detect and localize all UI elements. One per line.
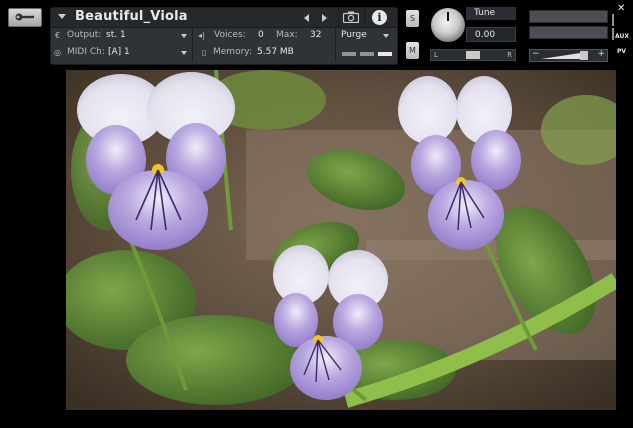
pv-button[interactable]: PV: [617, 48, 626, 55]
midi-channel-label: MIDI Ch:: [67, 47, 105, 57]
memory-label: Memory:: [213, 47, 252, 57]
volume-plus-icon[interactable]: +: [597, 49, 605, 59]
memory-meter-segment: [378, 52, 392, 56]
memory-meter-segment: [342, 52, 356, 56]
instrument-options-button[interactable]: [8, 8, 42, 27]
purge-dropdown-icon[interactable]: [383, 34, 389, 38]
volume-slider[interactable]: − +: [529, 49, 608, 62]
instrument-title-bar: Beautiful_Viola i: [51, 8, 397, 28]
wrench-icon: [15, 13, 34, 21]
tune-knob[interactable]: [431, 8, 465, 42]
max-voices-value[interactable]: 32: [310, 30, 321, 40]
level-meter-right: [529, 26, 608, 39]
divider: [338, 8, 339, 27]
close-icon[interactable]: ✕: [617, 3, 625, 14]
voices-label: Voices:: [214, 30, 246, 40]
output-meter-left: [612, 14, 614, 26]
previous-instrument-icon[interactable]: [304, 14, 309, 22]
midi-channel-value[interactable]: [A] 1: [108, 47, 130, 57]
camera-icon[interactable]: [343, 11, 359, 23]
tune-value[interactable]: 0.00: [466, 27, 516, 42]
pan-left-label: L: [434, 51, 438, 59]
level-meter-left: [529, 10, 608, 23]
memory-value: 5.57 MB: [257, 47, 294, 57]
max-voices-label: Max:: [276, 30, 298, 40]
collapse-arrow-icon[interactable]: [58, 14, 66, 19]
volume-minus-icon[interactable]: −: [532, 49, 540, 59]
pan-slider[interactable]: L R: [430, 49, 516, 61]
instrument-artwork-image: [66, 70, 616, 410]
midi-icon: ◎: [54, 48, 61, 57]
instrument-name[interactable]: Beautiful_Viola: [75, 9, 188, 24]
knob-indicator: [447, 12, 449, 21]
volume-handle[interactable]: [580, 51, 588, 60]
purge-button[interactable]: Purge: [341, 30, 367, 40]
voices-value: 0: [258, 30, 264, 40]
divider: [364, 8, 365, 27]
divider: [192, 28, 193, 62]
pan-handle[interactable]: [466, 51, 480, 59]
next-instrument-icon[interactable]: [322, 14, 327, 22]
output-label: Output:: [67, 30, 102, 40]
output-value[interactable]: st. 1: [106, 30, 126, 40]
instrument-header: Beautiful_Viola i € Output: st. 1 ◂| Voi…: [50, 7, 398, 65]
midi-dropdown-icon[interactable]: [181, 51, 187, 55]
output-meter-right: [612, 28, 614, 40]
voices-icon: ◂|: [198, 31, 205, 40]
solo-button[interactable]: S: [406, 10, 419, 27]
aux-button[interactable]: AUX: [615, 33, 629, 40]
tune-label: Tune: [466, 7, 516, 20]
mute-button[interactable]: M: [406, 42, 419, 59]
memory-meter-segment: [360, 52, 374, 56]
output-icon: €: [55, 31, 61, 40]
info-icon[interactable]: i: [372, 10, 387, 25]
output-dropdown-icon[interactable]: [181, 34, 187, 38]
memory-icon: ▯: [202, 48, 207, 57]
divider: [335, 28, 336, 62]
pan-right-label: R: [507, 51, 512, 59]
viola-flowers-image: [66, 70, 616, 410]
